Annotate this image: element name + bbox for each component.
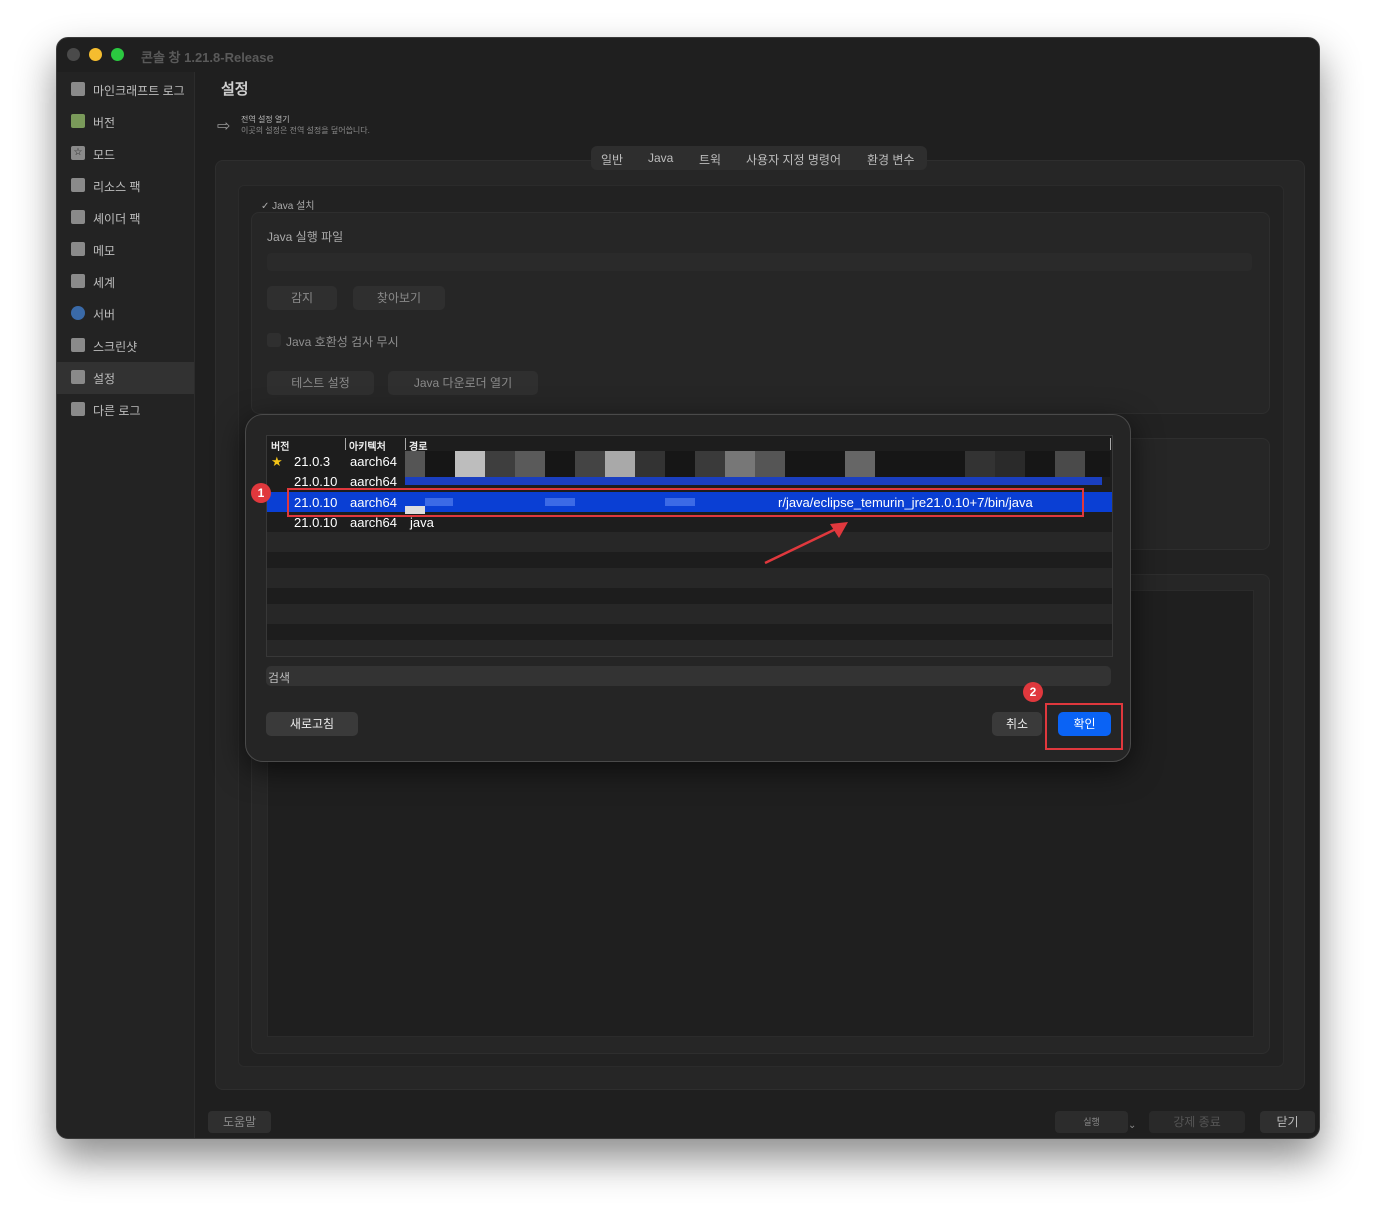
tab-custom-commands[interactable]: 사용자 지정 명령어: [746, 151, 841, 168]
step-badge-1: 1: [251, 483, 271, 503]
java-executable-field[interactable]: [267, 253, 1252, 271]
row-version: 21.0.10: [294, 515, 338, 530]
shader-icon: [71, 210, 85, 224]
column-separator[interactable]: [405, 438, 406, 450]
global-settings-title: 전역 설정 열기: [241, 115, 290, 124]
puzzle-icon: ☆: [71, 146, 85, 160]
cancel-button[interactable]: 취소: [992, 712, 1042, 736]
test-settings-button[interactable]: 테스트 설정: [267, 371, 374, 395]
table-row-empty: [267, 604, 1112, 624]
tab-general[interactable]: 일반: [601, 151, 623, 168]
footer-bar: 도움말 실행 ⌄ 강제 종료 닫기: [194, 1104, 1319, 1138]
sidebar: 마인크래프트 로그 버전 ☆ 모드 리소스 팩 셰이더 팩 메모 세계 서버 스크…: [57, 72, 195, 1138]
step-badge-2: 2: [1023, 682, 1043, 702]
settings-icon: [71, 370, 85, 384]
help-button[interactable]: 도움말: [208, 1111, 271, 1133]
settings-tabs: 일반 Java 트윅 사용자 지정 명령어 환경 변수: [591, 146, 927, 170]
column-separator[interactable]: [345, 438, 346, 450]
sidebar-item-other-log[interactable]: 다른 로그: [57, 394, 194, 426]
row-arch: aarch64: [350, 474, 397, 489]
java-install-group: Java 실행 파일 감지 찾아보기 Java 호환성 검사 무시 테스트 설정…: [251, 212, 1270, 414]
star-icon: ★: [271, 454, 283, 469]
global-settings-subtitle: 이곳의 설정은 전역 설정을 덮어씁니다.: [241, 126, 370, 135]
tab-env-vars[interactable]: 환경 변수: [867, 151, 915, 168]
table-row[interactable]: ★ 21.0.3 aarch64: [267, 451, 1112, 471]
table-row-empty: [267, 568, 1112, 588]
row-arch: aarch64: [350, 515, 397, 530]
sidebar-item-server[interactable]: 서버: [57, 298, 194, 330]
table-row-empty: [267, 532, 1112, 552]
highlight-box: [1045, 703, 1123, 750]
force-quit-button[interactable]: 강제 종료: [1149, 1111, 1245, 1133]
book-icon: [71, 82, 85, 96]
tab-java[interactable]: Java: [648, 151, 673, 165]
sidebar-item-minecraft-log[interactable]: 마인크래프트 로그: [57, 74, 194, 106]
arrow-right-icon: ⇨: [217, 118, 231, 135]
minimize-window-button[interactable]: [89, 48, 102, 61]
sidebar-item-world[interactable]: 세계: [57, 266, 194, 298]
tab-tweaks[interactable]: 트윅: [699, 151, 721, 168]
row-path: java: [410, 515, 434, 530]
creeper-icon: [71, 114, 85, 128]
java-install-label: Java 설치: [272, 201, 315, 212]
browse-button[interactable]: 찾아보기: [353, 286, 445, 310]
page-title: 설정: [221, 81, 249, 98]
column-separator[interactable]: [1110, 438, 1111, 450]
zoom-window-button[interactable]: [111, 48, 124, 61]
globe-icon: [71, 306, 85, 320]
java-list-table: 버전 아키텍처 경로 ★ 21.0.3 aarch64 21.0.10 aarc…: [266, 435, 1113, 657]
chest-icon: [71, 178, 85, 192]
note-icon: [71, 242, 85, 256]
search-placeholder: 검색: [268, 671, 291, 685]
highlight-box: [287, 488, 1084, 517]
close-button[interactable]: 닫기: [1260, 1111, 1315, 1133]
close-window-button[interactable]: [67, 48, 80, 61]
ignore-compat-checkbox[interactable]: [267, 333, 281, 347]
sidebar-item-settings[interactable]: 설정: [57, 362, 194, 394]
sidebar-item-screenshot[interactable]: 스크린샷: [57, 330, 194, 362]
sidebar-item-version[interactable]: 버전: [57, 106, 194, 138]
title-bar: 콘솔 창 1.21.8-Release: [57, 38, 1319, 72]
annotation-arrow: [764, 522, 848, 565]
run-button[interactable]: 실행: [1055, 1111, 1128, 1133]
open-java-downloader-button[interactable]: Java 다운로더 열기: [388, 371, 538, 395]
sidebar-item-memo[interactable]: 메모: [57, 234, 194, 266]
sidebar-item-shader-pack[interactable]: 셰이더 팩: [57, 202, 194, 234]
search-input[interactable]: 검색: [266, 666, 1111, 686]
refresh-button[interactable]: 새로고침: [266, 712, 358, 736]
java-executable-label: Java 실행 파일: [267, 230, 344, 244]
chevron-down-icon[interactable]: ⌄: [1128, 1120, 1136, 1131]
sidebar-item-resource-pack[interactable]: 리소스 팩: [57, 170, 194, 202]
row-version: 21.0.3: [294, 454, 331, 469]
sidebar-item-mods[interactable]: ☆ 모드: [57, 138, 194, 170]
java-select-dialog: 버전 아키텍처 경로 ★ 21.0.3 aarch64 21.0.10 aarc…: [245, 414, 1131, 762]
row-arch: aarch64: [350, 454, 397, 469]
world-icon: [71, 274, 85, 288]
book-icon: [71, 402, 85, 416]
window-title: 콘솔 창 1.21.8-Release: [141, 50, 274, 65]
row-version: 21.0.10: [294, 474, 338, 489]
java-install-checkbox[interactable]: ✓ Java 설치: [261, 197, 314, 212]
ignore-compat-label: Java 호환성 검사 무시: [286, 335, 399, 349]
redacted-path: [405, 477, 1102, 485]
detect-button[interactable]: 감지: [267, 286, 337, 310]
image-icon: [71, 338, 85, 352]
table-row-empty: [267, 640, 1112, 656]
